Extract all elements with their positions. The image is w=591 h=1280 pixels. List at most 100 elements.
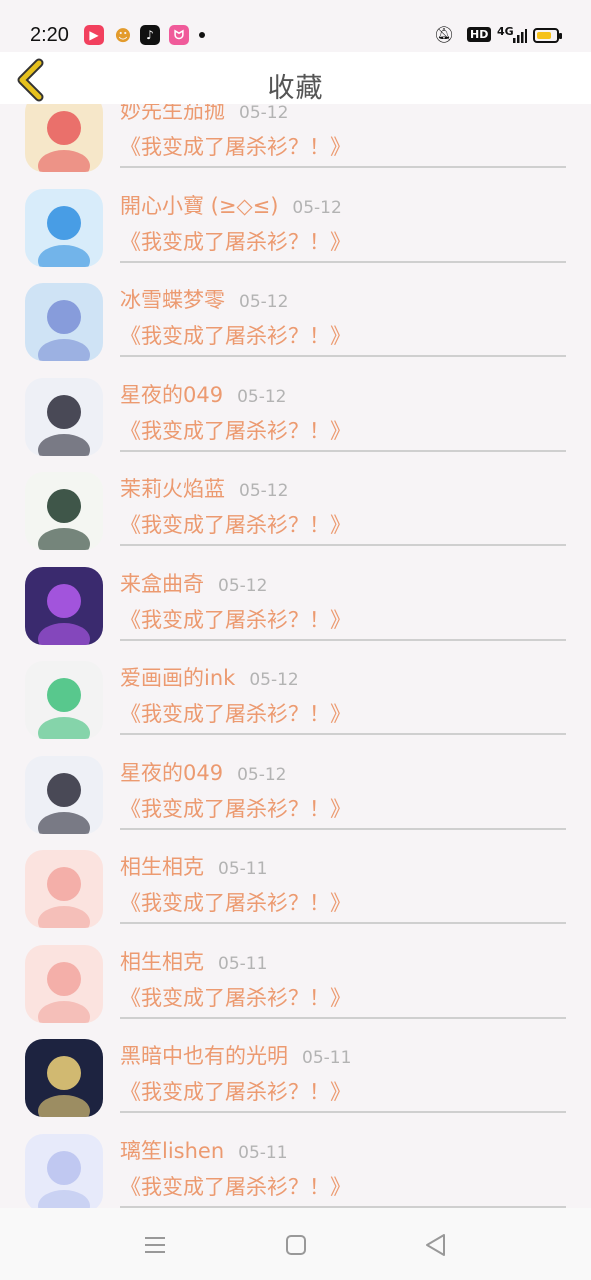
favorite-item[interactable]: 妙先生茄抛 05-12 《我变成了屠杀衫？！》 — [0, 104, 591, 183]
favorite-title[interactable]: 《我变成了屠杀衫？！》 — [120, 1076, 351, 1106]
user-name[interactable]: 相生相克 05-11 — [120, 851, 267, 881]
status-time: 2:20 — [30, 24, 69, 46]
timestamp: 05-11 — [238, 1142, 288, 1163]
user-name[interactable]: 開心小寶 (≥◇≤) 05-12 — [120, 190, 342, 220]
avatar[interactable] — [25, 944, 103, 1023]
favorite-title[interactable]: 《我变成了屠杀衫？！》 — [120, 509, 351, 539]
avatar[interactable] — [25, 104, 103, 172]
favorite-title[interactable]: 《我变成了屠杀衫？！》 — [120, 1171, 351, 1201]
divider — [120, 449, 566, 452]
back-triangle-icon — [426, 1234, 445, 1256]
favorite-item[interactable]: 星夜的049 05-12 《我变成了屠杀衫？！》 — [0, 373, 591, 467]
favorite-item[interactable]: 来盒曲奇 05-12 《我变成了屠杀衫？！》 — [0, 562, 591, 656]
user-name-text: 相生相克 — [120, 949, 204, 974]
page-title: 收藏 — [267, 73, 324, 104]
divider — [120, 638, 566, 641]
battery-icon — [533, 28, 562, 43]
timestamp: 05-11 — [218, 953, 268, 974]
timestamp: 05-12 — [237, 764, 287, 785]
user-name[interactable]: 来盒曲奇 05-12 — [120, 568, 267, 598]
signal-icon — [513, 29, 527, 43]
user-name-text: 冰雪蝶梦零 — [120, 288, 225, 312]
menu-icon — [145, 1237, 165, 1253]
divider — [120, 922, 566, 924]
favorite-item[interactable]: 星夜的049 05-12 《我变成了屠杀衫？！》 — [0, 751, 591, 845]
divider — [120, 166, 566, 168]
video-app-icon: ▶ — [84, 25, 104, 45]
user-name[interactable]: 星夜的049 05-12 — [120, 379, 287, 409]
user-name-text: 開心小寶 (≥◇≤) — [120, 193, 279, 218]
user-name[interactable]: 茉莉火焰蓝 05-12 — [120, 473, 288, 503]
user-name[interactable]: 星夜的049 05-12 — [120, 757, 287, 787]
divider — [120, 733, 566, 735]
favorites-list[interactable]: 妙先生茄抛 05-12 《我变成了屠杀衫？！》 開心小寶 (≥◇≤) 05-12 《我变成… — [0, 104, 591, 1208]
divider — [120, 827, 566, 830]
avatar[interactable] — [25, 377, 103, 456]
favorite-title[interactable]: 《我变成了屠杀衫？！》 — [120, 131, 351, 161]
divider — [120, 355, 566, 357]
user-name[interactable]: 相生相克 05-11 — [120, 946, 267, 976]
timestamp: 05-12 — [218, 575, 268, 596]
favorite-item[interactable]: 相生相克 05-11 《我变成了屠杀衫？！》 — [0, 940, 591, 1034]
user-name[interactable]: 黑暗中也有的光明 05-11 — [120, 1040, 351, 1070]
avatar[interactable] — [25, 283, 103, 361]
favorite-title[interactable]: 《我变成了屠杀衫？！》 — [120, 415, 351, 445]
timestamp: 05-12 — [237, 386, 287, 407]
tiktok-icon: ♪ — [140, 25, 160, 45]
user-name[interactable]: 璃笙lishen 05-11 — [120, 1135, 288, 1165]
avatar[interactable] — [25, 1133, 103, 1208]
favorite-title[interactable]: 《我变成了屠杀衫？！》 — [120, 887, 351, 917]
favorite-item[interactable]: 黑暗中也有的光明 05-11 《我变成了屠杀衫？！》 — [0, 1034, 591, 1128]
user-name-text: 星夜的049 — [120, 382, 224, 407]
user-name-text: 璃笙lishen — [120, 1138, 225, 1163]
home-square-icon — [286, 1235, 306, 1255]
favorite-title[interactable]: 《我变成了屠杀衫？！》 — [120, 604, 351, 634]
divider — [120, 1111, 566, 1113]
timestamp: 05-12 — [249, 670, 299, 690]
favorite-title[interactable]: 《我变成了屠杀衫？！》 — [120, 982, 351, 1012]
user-name-text: 妙先生茄抛 — [120, 104, 225, 123]
user-name-text: 黑暗中也有的光明 — [120, 1044, 288, 1068]
favorite-item[interactable]: 璃笙lishen 05-11 《我变成了屠杀衫？！》 — [0, 1129, 591, 1208]
home-button[interactable] — [281, 1230, 311, 1260]
favorite-title[interactable]: 《我变成了屠杀衫？！》 — [120, 793, 351, 823]
user-name-text: 爱画画的ink — [120, 666, 236, 690]
favorite-item[interactable]: 相生相克 05-11 《我变成了屠杀衫？！》 — [0, 845, 591, 939]
avatar[interactable] — [25, 566, 103, 645]
favorite-item[interactable]: 爱画画的ink 05-12 《我变成了屠杀衫？！》 — [0, 656, 591, 750]
network-type: 4G — [497, 25, 514, 38]
favorite-item[interactable]: 茉莉火焰蓝 05-12 《我变成了屠杀衫？！》 — [0, 467, 591, 561]
timestamp: 05-11 — [302, 1048, 352, 1068]
avatar[interactable] — [25, 188, 103, 267]
user-name-text: 来盒曲奇 — [120, 571, 204, 596]
favorite-title[interactable]: 《我变成了屠杀衫？！》 — [120, 226, 351, 256]
user-name-text: 相生相克 — [120, 855, 204, 879]
user-name-text: 茉莉火焰蓝 — [120, 477, 225, 501]
mute-bell-icon: 🔕︎ — [434, 25, 455, 44]
timestamp: 05-12 — [239, 104, 289, 123]
favorite-title[interactable]: 《我变成了屠杀衫？！》 — [120, 320, 351, 350]
avatar[interactable] — [25, 661, 103, 739]
avatar[interactable] — [25, 1039, 103, 1117]
user-name[interactable]: 妙先生茄抛 05-12 — [120, 104, 288, 125]
timestamp: 05-12 — [239, 292, 289, 312]
user-name[interactable]: 冰雪蝶梦零 05-12 — [120, 284, 288, 314]
favorite-item[interactable]: 開心小寶 (≥◇≤) 05-12 《我变成了屠杀衫？！》 — [0, 184, 591, 278]
avatar[interactable] — [25, 472, 103, 550]
user-name[interactable]: 爱画画的ink 05-12 — [120, 662, 299, 692]
system-nav-bar — [0, 1208, 591, 1280]
header: 收藏 — [0, 52, 591, 104]
avatar[interactable] — [25, 850, 103, 928]
favorite-item[interactable]: 冰雪蝶梦零 05-12 《我变成了屠杀衫？！》 — [0, 278, 591, 372]
notification-dot-icon — [199, 32, 205, 38]
timestamp: 05-12 — [292, 197, 342, 218]
user-name-text: 星夜的049 — [120, 760, 224, 785]
cat-app-icon: ᗢ — [169, 25, 189, 45]
status-bar: 2:20 ▶ ☻ ♪ ᗢ 🔕︎ HD 4G — [0, 0, 591, 52]
menu-button[interactable] — [140, 1230, 170, 1260]
favorite-title[interactable]: 《我变成了屠杀衫？！》 — [120, 698, 351, 728]
nav-back-button[interactable] — [421, 1230, 451, 1260]
divider — [120, 544, 566, 546]
divider — [120, 1016, 566, 1019]
avatar[interactable] — [25, 755, 103, 834]
